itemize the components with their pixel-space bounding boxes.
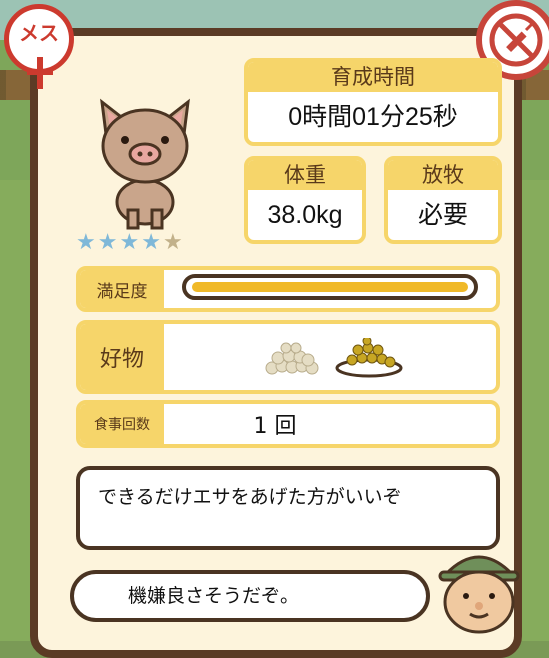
favorite-food-row: 好物 [76, 320, 500, 394]
satisfaction-meter-fill [192, 282, 468, 292]
star-icon: ★ [141, 230, 163, 255]
star-icon: ★ [119, 230, 142, 255]
satisfaction-meter [182, 274, 478, 300]
satisfaction-row: 満足度 [76, 266, 500, 312]
star-icon: ★ [97, 230, 120, 255]
speech-bubble-advice: できるだけエサをあげた方がいいぞ [76, 466, 500, 550]
growth-time-label: 育成時間 [248, 62, 498, 92]
satisfaction-label: 満足度 [80, 270, 164, 308]
weight-box: 体重 38.0kg [244, 156, 366, 244]
gender-label: メス [19, 23, 59, 45]
meal-count-value: 1 回 [253, 414, 297, 439]
growth-time-value: 0時間01分25秒 [288, 103, 458, 131]
star-icon: ★ [76, 230, 98, 255]
meal-count-label: 食事回数 [80, 404, 164, 444]
speech-bubble-mood: 機嫌良さそうだぞ。 [70, 570, 430, 622]
grazing-label: 放牧 [388, 160, 498, 190]
pig-character[interactable] [80, 82, 210, 232]
farmer-avatar [438, 555, 520, 634]
grain-pile-icon [265, 342, 319, 375]
grazing-box: 放牧 必要 [384, 156, 502, 244]
weight-value: 38.0kg [267, 201, 343, 229]
star-empty-icon: ★ [162, 230, 185, 255]
grazing-value: 必要 [417, 201, 468, 229]
rating-stars: ★★★★★ [76, 230, 185, 255]
favorite-label: 好物 [80, 324, 164, 390]
gender-badge: メス [4, 4, 74, 89]
soybean-plate-icon [335, 338, 403, 378]
meal-count-row: 食事回数 1 回 [76, 400, 500, 448]
growth-time-box: 育成時間 0時間01分25秒 [244, 58, 502, 146]
female-symbol-crossbar [27, 69, 53, 75]
weight-label: 体重 [248, 160, 362, 190]
